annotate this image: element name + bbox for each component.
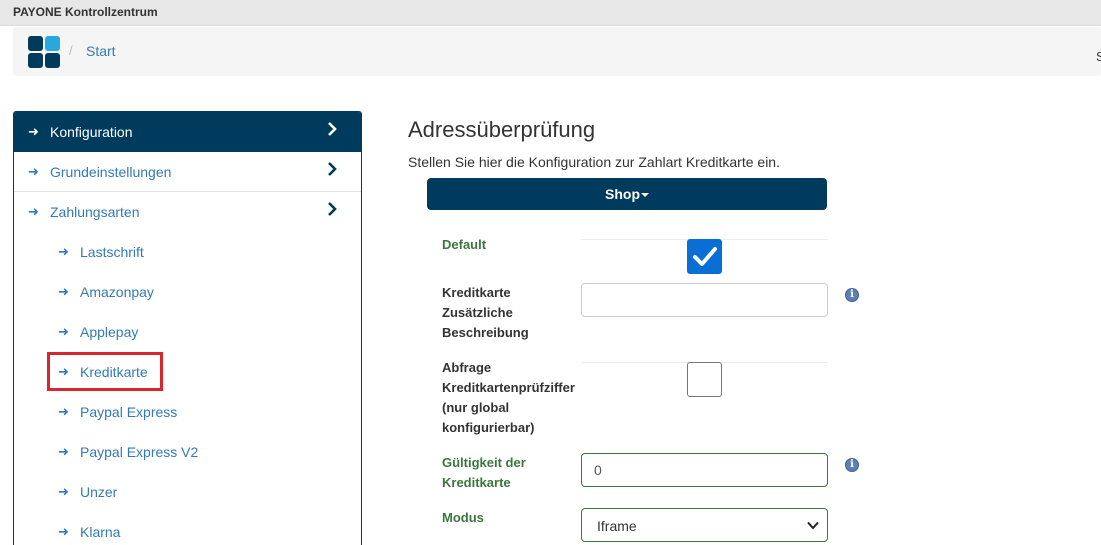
chevron-right-icon [328,122,337,136]
arrow-right-icon: ➜ [58,404,69,419]
sidebar-item-label: Klarna [80,524,121,540]
breadcrumb-separator: / [69,43,73,58]
info-icon[interactable] [845,288,859,302]
arrow-right-icon: ➜ [58,524,69,539]
sidebar-item-label: Applepay [80,324,139,340]
sidebar-item-konfiguration[interactable]: ➜ Konfiguration [14,112,361,152]
arrow-right-icon: ➜ [28,124,39,139]
sidebar-item-label: Lastschrift [80,244,144,260]
mode-select-value: Iframe [597,518,637,534]
breadcrumb: / Start S [13,27,1101,76]
arrow-right-icon: ➜ [58,484,69,499]
app-title: PAYONE Kontrollzentrum [13,5,158,19]
default-checkbox[interactable] [687,239,722,274]
cvc-check-checkbox[interactable] [687,362,722,397]
validity-label: Gültigkeit der Kreditkarte [442,455,526,490]
arrow-right-icon: ➜ [58,324,69,339]
sidebar-nav: ➜ Konfiguration ➜ Grundeinstellungen ➜ Z… [13,111,362,545]
shop-button-label: Shop [605,186,640,202]
sidebar-item-zahlungsarten[interactable]: ➜ Zahlungsarten [14,192,361,232]
sidebar-item-unzer[interactable]: ➜ Unzer [14,472,361,512]
sidebar-item-amazonpay[interactable]: ➜ Amazonpay [14,272,361,312]
shop-dropdown-button[interactable]: Shop [427,178,827,210]
arrow-right-icon: ➜ [58,244,69,259]
arrow-right-icon: ➜ [58,444,69,459]
checkmark-icon [693,247,717,266]
sidebar-item-label: Unzer [80,484,118,500]
sidebar-item-paypal-express[interactable]: ➜ Paypal Express [14,392,361,432]
payone-logo-icon[interactable] [28,36,60,68]
sidebar-item-paypal-express-v2[interactable]: ➜ Paypal Express V2 [14,432,361,472]
caret-down-icon [641,193,649,198]
sidebar-item-label: Zahlungsarten [50,204,140,220]
arrow-right-icon: ➜ [58,284,69,299]
mode-select[interactable]: Iframe [581,508,828,542]
cvc-check-label: Abfrage Kreditkartenprüfziffer (nur glob… [442,360,575,435]
arrow-right-icon: ➜ [28,204,39,219]
sidebar-item-label: Konfiguration [50,124,133,140]
chevron-down-icon [807,521,819,530]
description-label: Kreditkarte Zusätzliche Beschreibung [442,285,529,340]
sidebar-item-lastschrift[interactable]: ➜ Lastschrift [14,232,361,272]
sidebar-item-label: Grundeinstellungen [50,164,172,180]
description-input[interactable] [581,283,828,317]
sidebar-item-klarna[interactable]: ➜ Klarna [14,512,361,545]
chevron-right-icon [328,162,337,176]
arrow-right-icon: ➜ [28,164,39,179]
sidebar-item-applepay[interactable]: ➜ Applepay [14,312,361,352]
page-description: Stellen Sie hier die Konfiguration zur Z… [408,154,780,170]
sidebar-item-label: Paypal Express V2 [80,444,199,460]
title-bar: PAYONE Kontrollzentrum [0,0,1101,26]
page-title: Adressüberprüfung [408,117,596,142]
default-label: Default [442,237,487,252]
breadcrumb-right-text: S [1096,49,1101,64]
sidebar-item-label: Amazonpay [80,284,154,300]
sidebar-item-grundeinstellungen[interactable]: ➜ Grundeinstellungen [14,152,361,192]
mode-label: Modus [442,510,484,525]
highlight-box [47,352,163,391]
breadcrumb-start-link[interactable]: Start [86,43,116,59]
validity-input[interactable] [581,453,828,487]
sidebar-item-label: Paypal Express [80,404,178,420]
chevron-right-icon [328,202,337,216]
info-icon[interactable] [845,458,859,472]
